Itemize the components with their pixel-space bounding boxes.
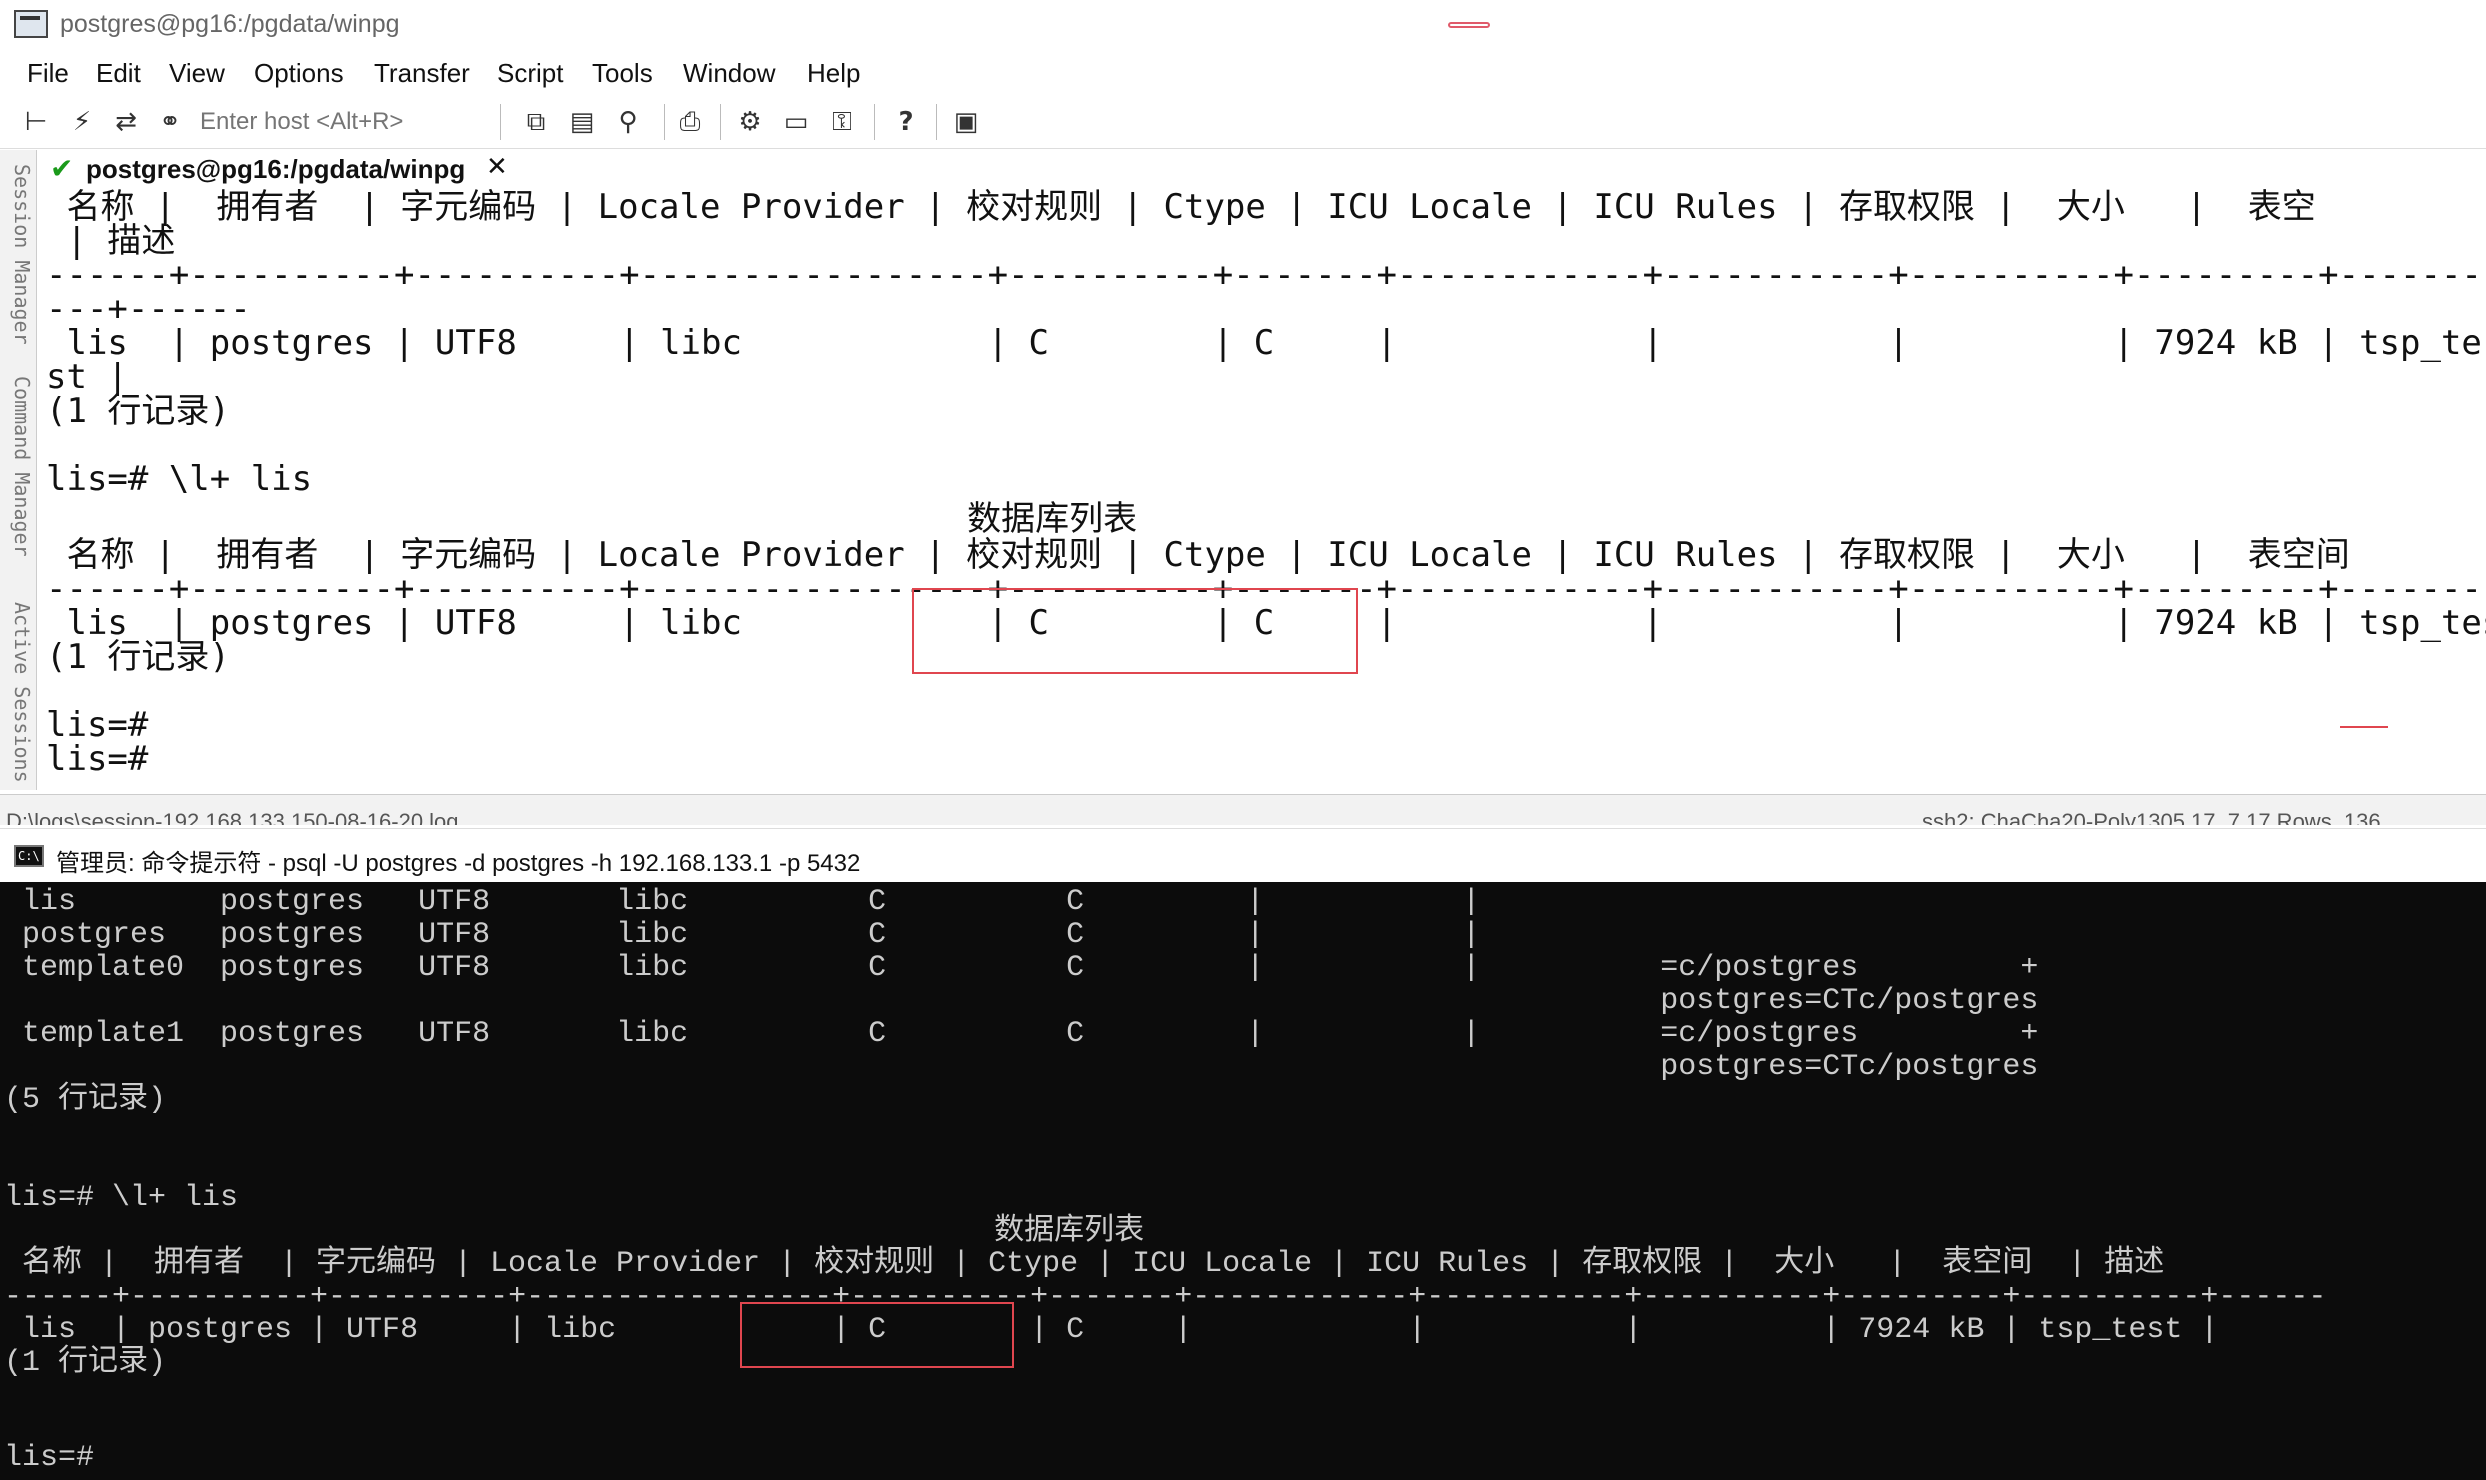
terminal-line: postgres=CTc/postgres <box>4 1050 2039 1084</box>
session-tab[interactable]: ✔ postgres@pg16:/pgdata/winpg ✕ <box>40 150 520 188</box>
connect-tree-icon[interactable]: ⊢ <box>20 106 52 138</box>
cmd-icon: C:\ <box>14 845 44 867</box>
gear-icon[interactable]: ⚙ <box>734 106 766 138</box>
status-log-path: D:\logs\session-192.168.133.150-08-16-20… <box>6 809 459 825</box>
menu-transfer[interactable]: Transfer <box>374 58 470 89</box>
terminal-line: lis postgres UTF8 libc C C | | <box>4 885 1481 919</box>
menu-edit[interactable]: Edit <box>96 58 141 89</box>
terminal-line: lis=# \l+ lis <box>4 1181 239 1215</box>
session-tab-label[interactable]: postgres@pg16:/pgdata/winpg <box>86 154 465 185</box>
terminal-line: lis=# <box>4 1441 95 1475</box>
terminal-line: template0 postgres UTF8 libc C C | | =c/… <box>4 951 2039 985</box>
side-tab-strip: Session Manager Command Manager Active S… <box>0 150 37 790</box>
toolbar-separator <box>664 104 665 140</box>
terminal-line: st | <box>46 357 128 397</box>
menu-window[interactable]: Window <box>683 58 775 89</box>
terminal-line: 名称 | 拥有者 | 字元编码 | Locale Provider | 校对规则… <box>46 188 2316 227</box>
terminal-line: ------+----------+----------+-----------… <box>4 1280 2327 1314</box>
help-icon[interactable]: ? <box>890 106 922 138</box>
terminal-line: (1 行记录) <box>4 1346 167 1380</box>
terminal-line: ---+------ <box>46 289 251 329</box>
terminal-line: template1 postgres UTF8 libc C C | | =c/… <box>4 1017 2039 1051</box>
menu-tools[interactable]: Tools <box>592 58 653 89</box>
terminal-line: 名称 | 拥有者 | 字元编码 | Locale Provider | 校对规则… <box>46 535 2350 575</box>
menu-script[interactable]: Script <box>497 58 563 89</box>
terminal-line: lis | postgres | UTF8 | libc | C | C | |… <box>46 323 2482 363</box>
window-title-bar: postgres@pg16:/pgdata/winpg <box>0 0 2486 50</box>
close-icon[interactable]: ✕ <box>486 152 508 182</box>
menu-view[interactable]: View <box>169 58 225 89</box>
find-icon[interactable]: ⚲ <box>612 106 644 138</box>
cmd-window-title-bar: C:\ 管理员: 命令提示符 - psql -U postgres -d pos… <box>0 828 2486 883</box>
reconnect-icon[interactable]: ⇄ <box>110 106 142 138</box>
menu-bar: File Edit View Options Transfer Script T… <box>0 52 2486 94</box>
terminal-line: (1 行记录) <box>46 391 230 431</box>
cmd-terminal[interactable]: lis postgres UTF8 libc C C | | postgres … <box>0 882 2486 1480</box>
connected-check-icon: ✔ <box>50 152 74 185</box>
terminal-line: lis=# <box>46 739 149 779</box>
toolbar-separator <box>720 104 721 140</box>
lightning-icon[interactable]: ⚡ <box>66 106 98 138</box>
tab-session-manager[interactable]: Session Manager <box>2 164 34 345</box>
terminal-line: lis | postgres | UTF8 | libc | C | C | |… <box>4 1313 2219 1347</box>
menu-help[interactable]: Help <box>807 58 860 89</box>
securecrt-terminal[interactable]: 名称 | 拥有者 | 字元编码 | Locale Provider | 校对规则… <box>40 188 2486 792</box>
key-icon[interactable]: ⚿ <box>826 106 858 138</box>
terminal-line: (5 行记录) <box>4 1083 167 1117</box>
menu-options[interactable]: Options <box>254 58 344 89</box>
highlight-box <box>740 1302 1014 1368</box>
copy-icon[interactable]: ⧉ <box>520 106 552 138</box>
toolbar-separator <box>500 104 501 140</box>
app-icon[interactable]: ▣ <box>950 106 982 138</box>
terminal-line: lis=# <box>46 705 149 745</box>
cmd-window-title: 管理员: 命令提示符 - psql -U postgres -d postgre… <box>56 850 861 877</box>
terminal-line: (1 行记录) <box>46 637 230 677</box>
app-icon <box>14 10 48 38</box>
status-bar: D:\logs\session-192.168.133.150-08-16-20… <box>0 794 2486 825</box>
tab-active-sessions[interactable]: Active Sessions <box>2 602 34 783</box>
terminal-line: lis=# \l+ lis <box>46 459 313 499</box>
terminal-line: 数据库列表 <box>46 499 1138 539</box>
terminal-line: | 描述 <box>46 221 176 261</box>
annotation-mark <box>2340 726 2388 728</box>
window-title: postgres@pg16:/pgdata/winpg <box>60 10 400 38</box>
tab-command-manager[interactable]: Command Manager <box>2 376 34 557</box>
menu-file[interactable]: File <box>27 58 69 89</box>
annotation-mark <box>1448 22 1490 28</box>
terminal-line: ------+----------+----------+-----------… <box>46 255 2482 295</box>
terminal-line: 名称 | 拥有者 | 字元编码 | Locale Provider | 校对规则… <box>4 1247 2165 1281</box>
toolbar-separator <box>874 104 875 140</box>
paste-icon[interactable]: ▤ <box>566 106 598 138</box>
toolbar-separator <box>936 104 937 140</box>
keymap-icon[interactable]: ▭ <box>780 106 812 138</box>
terminal-line: postgres=CTc/postgres <box>4 984 2039 1018</box>
terminal-line: 数据库列表 <box>4 1215 1145 1249</box>
link-icon[interactable]: ⚭ <box>154 106 186 138</box>
print-icon[interactable]: ⎙ <box>674 106 706 138</box>
host-input[interactable] <box>200 106 490 138</box>
status-connection-info: ssh2: ChaCha20-Poly1305 17, 7 17 Rows, 1… <box>1922 809 2381 825</box>
highlight-box <box>912 588 1358 674</box>
toolbar: ⊢ ⚡ ⇄ ⚭ ⧉ ▤ ⚲ ⎙ ⚙ ▭ ⚿ ? ▣ <box>0 98 2486 149</box>
terminal-line: postgres postgres UTF8 libc C C | | <box>4 918 1481 952</box>
